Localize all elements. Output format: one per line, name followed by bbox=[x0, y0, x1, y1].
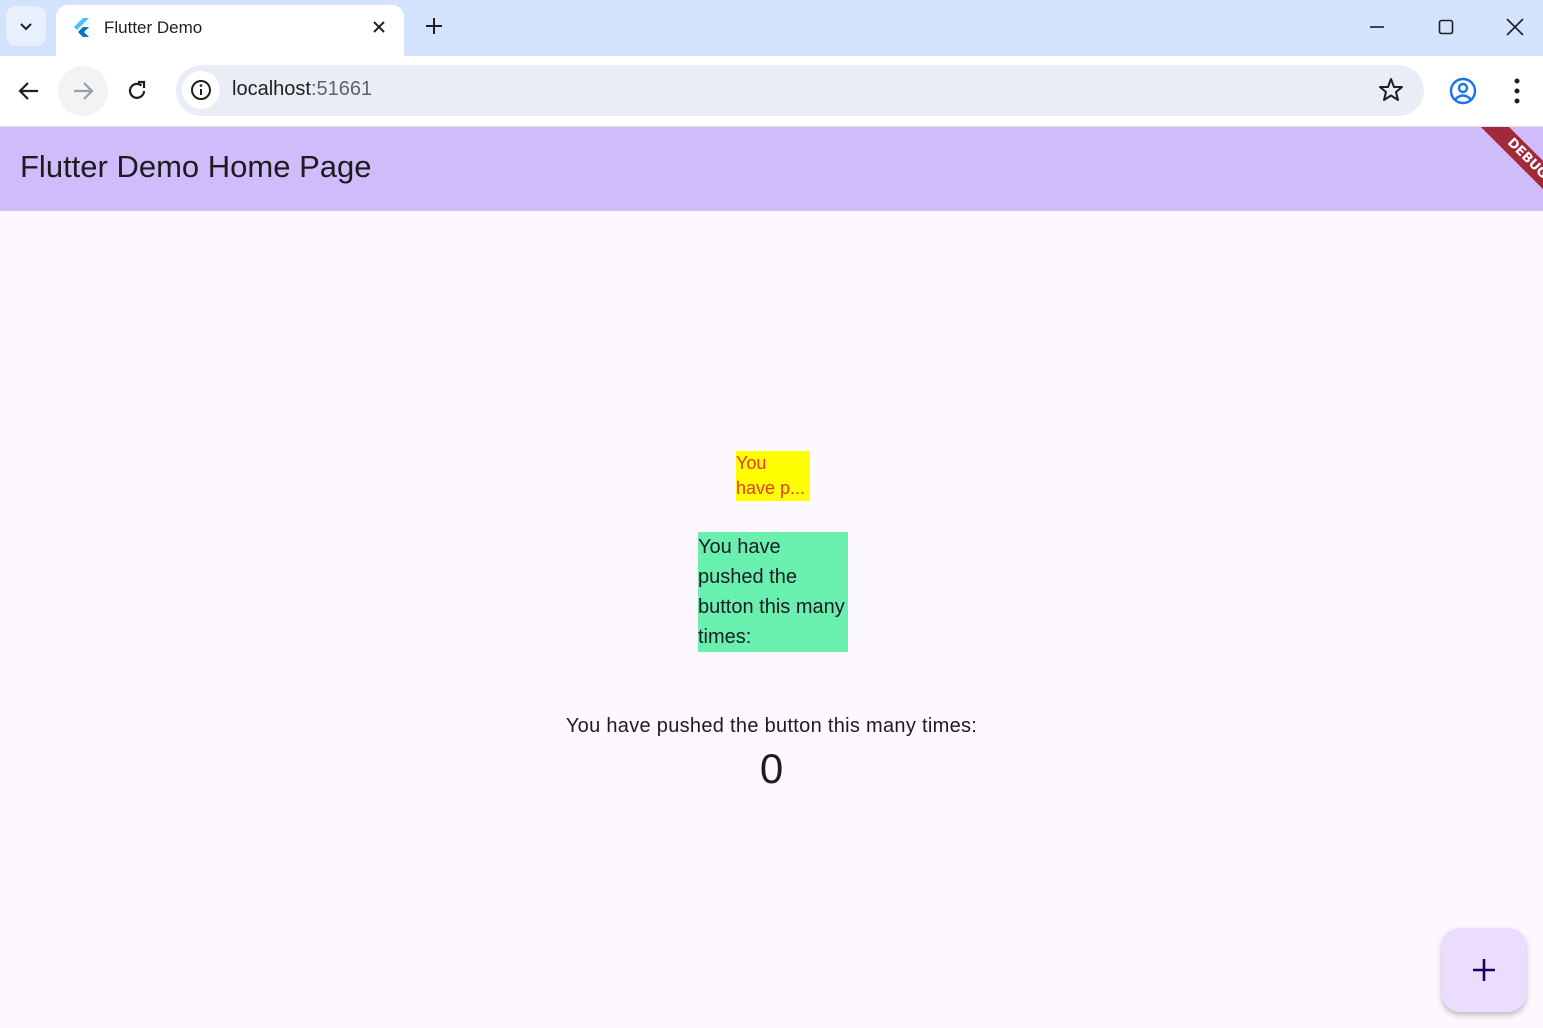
close-icon bbox=[1506, 18, 1524, 36]
url-text[interactable]: localhost:51661 bbox=[232, 78, 372, 101]
browser-toolbar: localhost:51661 bbox=[0, 56, 1543, 127]
info-icon bbox=[191, 80, 211, 100]
tab-strip: Flutter Demo bbox=[0, 0, 1543, 56]
more-vert-icon[interactable] bbox=[1505, 75, 1529, 107]
plus-icon bbox=[426, 18, 442, 34]
close-icon bbox=[373, 21, 385, 33]
account-icon[interactable] bbox=[1447, 75, 1479, 107]
tab-title: Flutter Demo bbox=[104, 18, 203, 37]
counter-value: 0 bbox=[759, 745, 784, 792]
counter-label: You have pushed the button this many tim… bbox=[565, 715, 978, 737]
flutter-logo-icon bbox=[74, 18, 89, 37]
forward-button[interactable] bbox=[58, 66, 108, 116]
plus-icon bbox=[1473, 959, 1495, 981]
reload-icon bbox=[128, 80, 146, 99]
star-icon[interactable] bbox=[1378, 77, 1404, 103]
arrow-left-icon bbox=[18, 82, 38, 100]
tab-close-button[interactable] bbox=[368, 16, 390, 38]
reload-button[interactable] bbox=[112, 66, 162, 116]
url-host: localhost bbox=[232, 78, 311, 100]
green-text-box: You have pushed the button this many tim… bbox=[698, 532, 848, 652]
maximize-button[interactable] bbox=[1424, 8, 1468, 46]
app-bar: Flutter Demo Home Page bbox=[0, 127, 1543, 211]
url-port: :51661 bbox=[310, 78, 373, 100]
debug-banner-label: DEBUG bbox=[1470, 127, 1543, 216]
yellow-text-line-1: You bbox=[736, 453, 767, 473]
increment-button[interactable] bbox=[1442, 928, 1526, 1012]
back-button[interactable] bbox=[4, 66, 54, 116]
minimize-button[interactable] bbox=[1355, 8, 1399, 46]
arrow-right-icon bbox=[74, 82, 94, 100]
site-info-button[interactable] bbox=[182, 71, 220, 109]
yellow-text-box: You have p... bbox=[736, 451, 810, 501]
yellow-text-line-2: have p... bbox=[736, 478, 806, 498]
minimize-icon bbox=[1370, 26, 1384, 28]
tab-search-button[interactable] bbox=[6, 6, 46, 46]
browser-tab[interactable]: Flutter Demo bbox=[56, 5, 404, 56]
chevron-down-icon bbox=[20, 23, 32, 31]
page-title: Flutter Demo Home Page bbox=[20, 149, 372, 184]
maximize-icon bbox=[1438, 19, 1454, 35]
new-tab-button[interactable] bbox=[420, 12, 448, 40]
app-body: You have p... You have pushed the button… bbox=[0, 211, 1543, 1028]
close-window-button[interactable] bbox=[1493, 8, 1537, 46]
address-bar[interactable]: localhost:51661 bbox=[176, 65, 1424, 116]
